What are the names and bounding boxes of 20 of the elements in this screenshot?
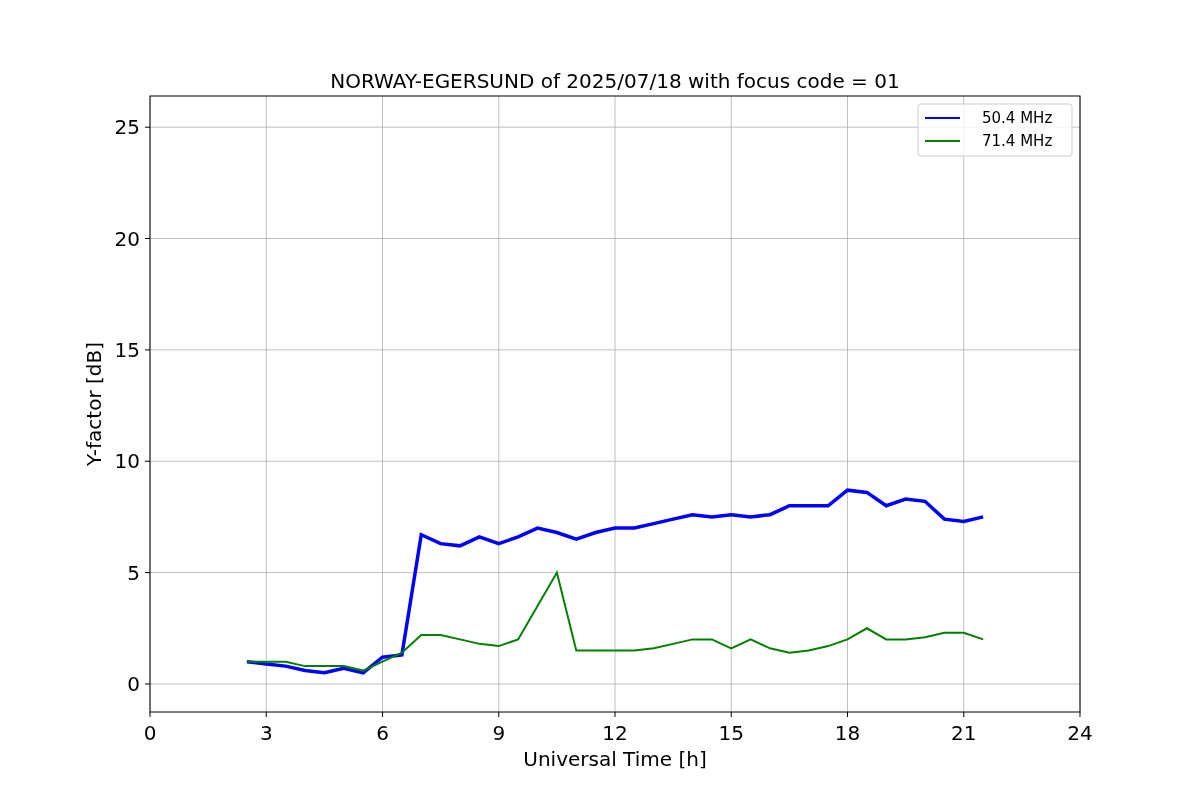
- y-tick-label: 15: [114, 337, 140, 362]
- y-tick-label: 20: [114, 226, 140, 251]
- x-tick-label: 24: [1067, 721, 1093, 745]
- x-tick-label: 21: [951, 721, 977, 745]
- y-tick-label: 25: [114, 115, 140, 140]
- x-tick-label: 3: [259, 721, 273, 745]
- x-tick-label: 9: [492, 721, 506, 745]
- legend-label: 71.4 MHz: [982, 132, 1053, 150]
- x-tick-label: 18: [834, 721, 861, 745]
- chart-title: NORWAY-EGERSUND of 2025/07/18 with focus code = 01: [330, 69, 900, 93]
- y-tick-label: 5: [127, 560, 140, 585]
- x-tick-label: 6: [376, 721, 389, 745]
- x-tick-label: 0: [143, 721, 157, 745]
- legend-label: 50.4 MHz: [982, 109, 1053, 127]
- x-tick-label: 12: [602, 721, 628, 745]
- x-axis-label: Universal Time [h]: [523, 747, 707, 771]
- y-tick-label: 10: [114, 449, 140, 474]
- y-axis-label: Y-factor [dB]: [82, 342, 106, 466]
- x-tick-label: 15: [718, 721, 744, 745]
- y-tick-label: 0: [127, 671, 140, 696]
